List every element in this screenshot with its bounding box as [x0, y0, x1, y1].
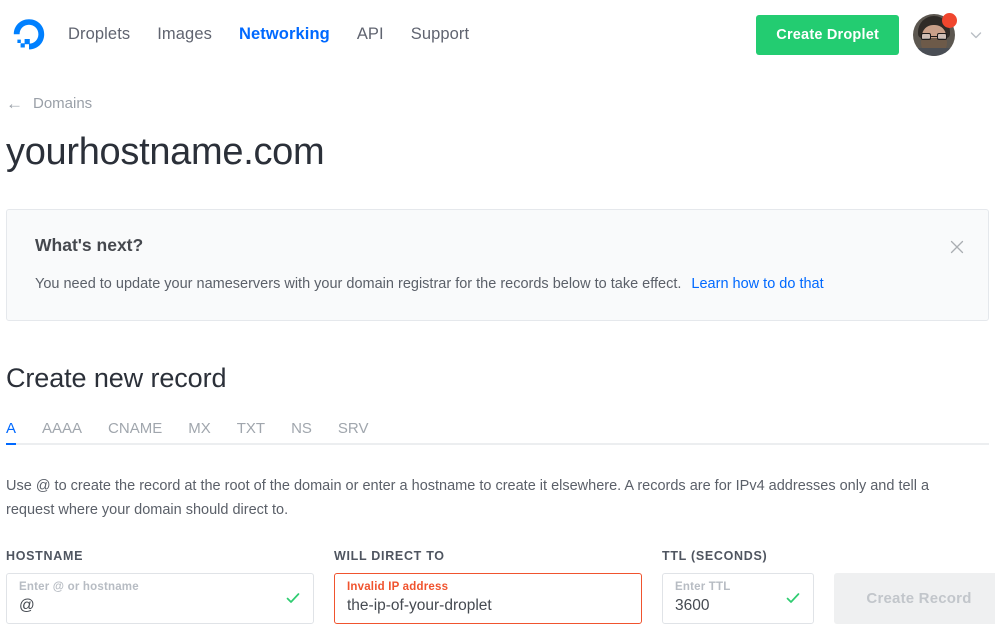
tab-cname[interactable]: CNAME — [108, 420, 162, 445]
check-icon — [785, 590, 801, 606]
will-direct-to-label: WILL DIRECT TO — [334, 548, 445, 563]
will-direct-to-field-group: WILL DIRECT TO Invalid IP address — [334, 549, 642, 624]
nav-item-api[interactable]: API — [357, 25, 384, 44]
page-content: ← Domains yourhostname.com What's next? … — [0, 95, 995, 624]
notice-body: You need to update your nameservers with… — [35, 274, 960, 294]
breadcrumb-label: Domains — [33, 95, 93, 112]
hostname-input-box[interactable]: Enter @ or hostname — [6, 572, 314, 624]
will-direct-to-error-message: Invalid IP address — [347, 580, 449, 593]
page-title: yourhostname.com — [6, 131, 325, 173]
ttl-input-box[interactable]: Enter TTL — [662, 572, 814, 624]
close-icon[interactable] — [948, 238, 966, 256]
create-record-form: HOSTNAME Enter @ or hostname WILL DIRECT… — [6, 549, 995, 624]
notice-title: What's next? — [35, 234, 144, 255]
top-bar-actions: Create Droplet — [756, 12, 983, 56]
nav-item-support[interactable]: Support — [411, 25, 470, 44]
hostname-label: HOSTNAME — [6, 548, 84, 563]
tab-txt[interactable]: TXT — [237, 420, 265, 445]
tab-a[interactable]: A — [6, 420, 17, 446]
create-record-button[interactable]: Create Record — [834, 572, 995, 624]
section-title: Create new record — [6, 363, 227, 394]
nav-item-networking[interactable]: Networking — [239, 25, 330, 44]
record-type-tabs: A AAAA CNAME MX TXT NS SRV — [6, 420, 989, 446]
digitalocean-logo-icon[interactable] — [10, 16, 48, 54]
main-nav: Droplets Images Networking API Support — [68, 25, 469, 44]
arrow-left-icon: ← — [6, 93, 23, 113]
will-direct-to-input[interactable] — [347, 596, 603, 615]
notification-badge — [942, 12, 957, 28]
user-avatar-menu[interactable] — [913, 12, 957, 56]
hostname-input[interactable] — [19, 596, 275, 615]
tab-srv[interactable]: SRV — [338, 420, 369, 445]
hostname-field-group: HOSTNAME Enter @ or hostname — [6, 549, 314, 624]
breadcrumb[interactable]: ← Domains — [6, 93, 93, 113]
tab-aaaa[interactable]: AAAA — [42, 420, 82, 445]
notice-body-text: You need to update your nameservers with… — [35, 275, 682, 292]
chevron-down-icon[interactable] — [969, 28, 983, 42]
ttl-label: TTL (SECONDS) — [662, 548, 768, 563]
ttl-field-group: TTL (SECONDS) Enter TTL — [662, 549, 814, 624]
whats-next-notice: What's next? You need to update your nam… — [6, 208, 989, 322]
ttl-placeholder: Enter TTL — [675, 580, 731, 593]
ttl-input[interactable] — [675, 596, 775, 615]
hostname-placeholder: Enter @ or hostname — [19, 580, 139, 593]
tab-mx[interactable]: MX — [188, 420, 211, 445]
create-droplet-button[interactable]: Create Droplet — [756, 14, 899, 55]
notice-learn-link[interactable]: Learn how to do that — [691, 276, 823, 292]
tab-ns[interactable]: NS — [291, 420, 312, 445]
record-type-description: Use @ to create the record at the root o… — [6, 478, 930, 519]
nav-item-droplets[interactable]: Droplets — [68, 25, 130, 44]
top-navigation-bar: Droplets Images Networking API Support C… — [0, 0, 995, 69]
submit-field-group: Create Record — [834, 549, 995, 624]
check-icon — [285, 590, 301, 606]
nav-item-images[interactable]: Images — [157, 25, 212, 44]
will-direct-to-input-box[interactable]: Invalid IP address — [334, 572, 642, 624]
